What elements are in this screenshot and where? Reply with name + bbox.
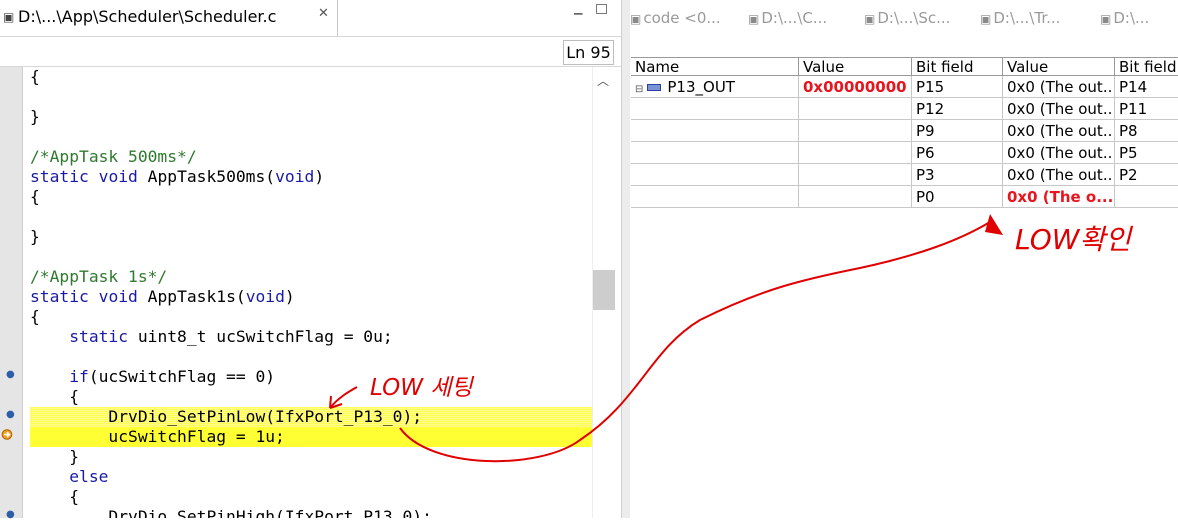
annotation-check-low: LOW확인 [1015,223,1131,256]
annotation-layer [329,214,1003,463]
annotation-arrowhead [985,214,1003,235]
annotation-set-low: LOW 세팅 [370,375,473,401]
annotation-small-arrow [329,386,358,409]
annotation-curve [399,221,991,463]
